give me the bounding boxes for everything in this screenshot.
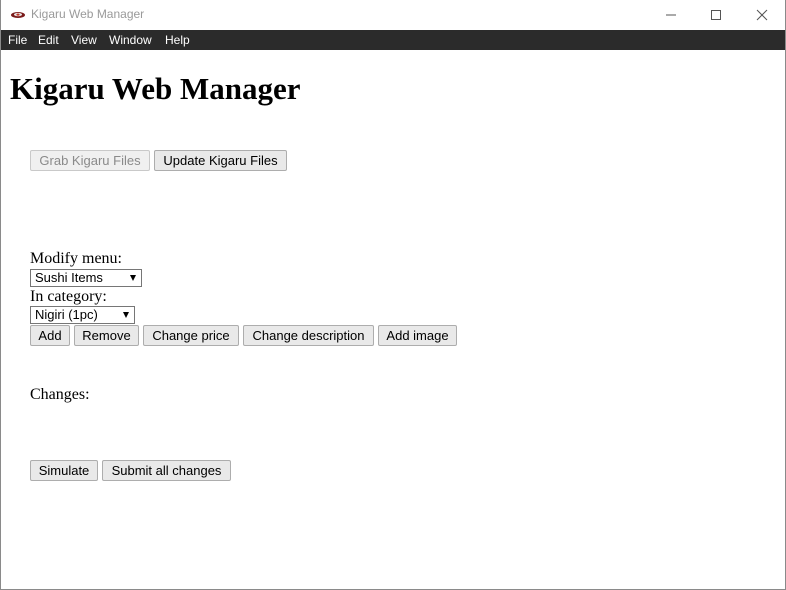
category-label: In category: [30,288,107,305]
menu-window[interactable]: Window [109,33,152,47]
chevron-down-icon [123,312,129,318]
submit-all-changes-button[interactable]: Submit all changes [102,460,231,481]
app-logo-icon [11,12,25,18]
change-price-button[interactable]: Change price [143,325,239,346]
simulate-button[interactable]: Simulate [30,460,98,481]
page-title: Kigaru Web Manager [10,71,301,106]
remove-button[interactable]: Remove [74,325,139,346]
menu-help[interactable]: Help [165,33,190,47]
add-button[interactable]: Add [30,325,70,346]
close-button[interactable] [739,0,785,30]
update-files-button[interactable]: Update Kigaru Files [154,150,287,171]
menu-select-value: Sushi Items [35,270,103,285]
window-title: Kigaru Web Manager [31,7,145,21]
chevron-down-icon [130,275,136,281]
minimize-button[interactable] [648,0,694,30]
grab-files-button[interactable]: Grab Kigaru Files [30,150,150,171]
minimize-icon [666,14,676,16]
menu-bar: File Edit View Window Help [1,30,785,50]
menu-view[interactable]: View [71,33,97,47]
maximize-icon [711,10,721,20]
main-content: Kigaru Web Manager Grab Kigaru Files Upd… [1,50,785,589]
menu-edit[interactable]: Edit [38,33,59,47]
title-bar[interactable]: Kigaru Web Manager [1,0,785,30]
add-image-button[interactable]: Add image [378,325,457,346]
app-window: Kigaru Web Manager File Edit View Window… [0,0,786,590]
menu-file[interactable]: File [8,33,27,47]
category-select-value: Nigiri (1pc) [35,307,98,322]
modify-menu-label: Modify menu: [30,250,122,267]
menu-select[interactable]: Sushi Items [30,269,142,287]
change-description-button[interactable]: Change description [243,325,374,346]
maximize-button[interactable] [693,0,739,30]
category-select[interactable]: Nigiri (1pc) [30,306,135,324]
changes-label: Changes: [30,386,90,403]
close-icon [756,9,768,21]
